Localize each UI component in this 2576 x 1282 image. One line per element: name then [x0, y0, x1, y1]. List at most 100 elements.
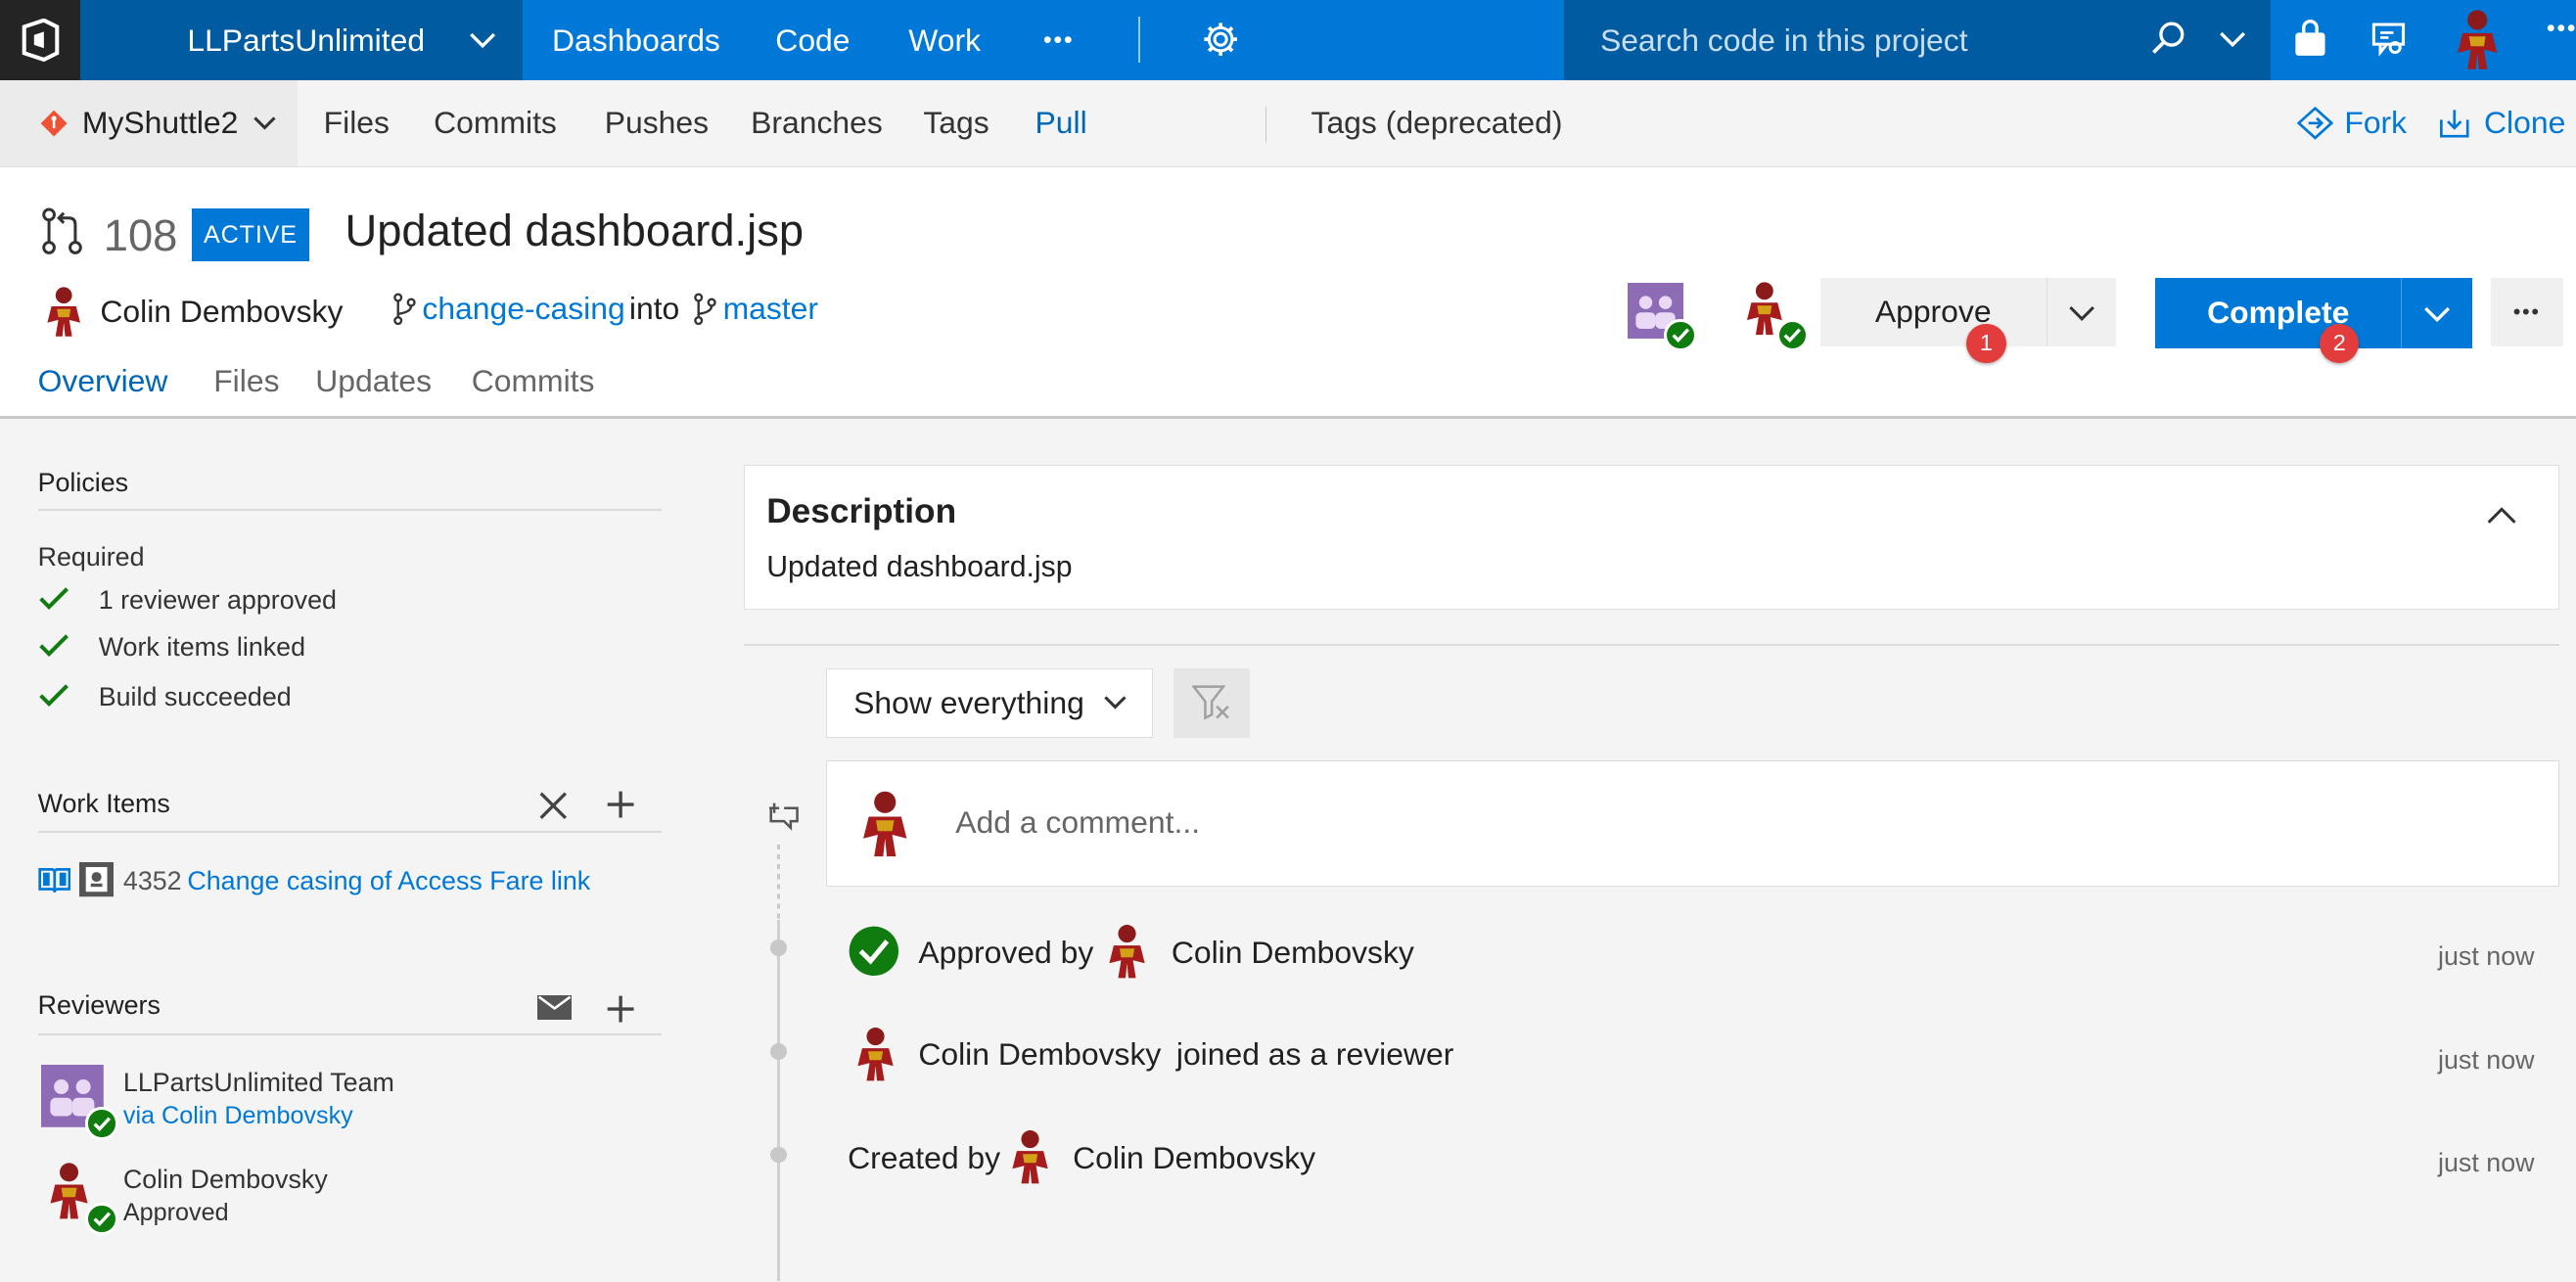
work-item-link[interactable]: Change casing of Access Fare link [187, 866, 590, 896]
close-icon[interactable] [539, 792, 568, 827]
event-time: just now [2438, 1148, 2535, 1178]
top-bar: LLPartsUnlimited Dashboards Code Work ••… [0, 0, 2576, 81]
nav-divider [1138, 16, 1140, 63]
complete-button-group: Complete [2155, 277, 2473, 348]
description-title: Description [766, 491, 957, 530]
tab-commits[interactable]: Commits [472, 363, 595, 399]
chevron-down-icon [252, 110, 278, 136]
pr-header: 108 ACTIVE Updated dashboard.jsp Colin D… [0, 167, 2576, 420]
source-branch-link[interactable]: change-casing [422, 291, 624, 327]
fork-button[interactable]: Fork [2344, 80, 2407, 165]
clone-button[interactable]: Clone [2484, 80, 2565, 165]
clear-filter-button[interactable] [1173, 668, 1251, 738]
timeline-dot [770, 1146, 788, 1164]
divider [37, 509, 663, 512]
gear-icon[interactable] [1201, 20, 1240, 66]
vsts-logo-icon[interactable] [0, 0, 81, 81]
check-icon [1664, 318, 1697, 352]
event-avatar [1002, 1127, 1058, 1193]
project-selector[interactable]: LLPartsUnlimited [80, 0, 523, 81]
check-icon [1775, 318, 1810, 352]
book-icon [37, 866, 71, 901]
author-avatar [39, 284, 88, 346]
nav-dashboards[interactable]: Dashboards [552, 0, 720, 80]
description-card: Description Updated dashboard.jsp [744, 465, 2560, 610]
project-name: LLPartsUnlimited [187, 22, 426, 58]
work-item-icon [78, 862, 114, 903]
subnav-commits[interactable]: Commits [434, 80, 557, 165]
event-avatar [1099, 922, 1155, 987]
callout-badge-1: 1 [1966, 323, 2006, 363]
reviewer-via-link[interactable]: via Colin Dembovsky [123, 1102, 353, 1130]
work-item-id: 4352 [122, 865, 182, 895]
check-icon [39, 586, 69, 617]
comment-input[interactable]: Add a comment... [955, 804, 1200, 841]
repo-selector[interactable]: MyShuttle2 [0, 80, 298, 166]
chevron-down-icon [2067, 298, 2096, 327]
divider [37, 1032, 663, 1035]
policy-work-items-linked: Work items linked [98, 632, 306, 663]
event-user: Colin Dembovsky [1073, 1139, 1316, 1175]
chevron-down-icon[interactable] [2218, 23, 2247, 60]
chevron-down-icon [2422, 298, 2452, 328]
approve-button[interactable]: Approve [1820, 277, 2047, 347]
pr-author: Colin Dembovsky [100, 294, 344, 330]
subnav-branches[interactable]: Branches [751, 80, 883, 165]
subnav-pushes[interactable]: Pushes [605, 80, 709, 165]
check-icon [85, 1202, 118, 1236]
reviewer-name: Colin Dembovsky [122, 1165, 328, 1195]
divider [744, 644, 2560, 646]
policy-build-succeeded[interactable]: Build succeeded [99, 682, 292, 712]
repo-name: MyShuttle2 [81, 105, 239, 141]
tab-updates[interactable]: Updates [315, 363, 432, 399]
more-actions-button[interactable]: ••• [2490, 277, 2563, 347]
feedback-icon[interactable] [2370, 20, 2410, 66]
fork-icon[interactable] [2296, 106, 2333, 147]
chevron-up-icon[interactable] [2487, 502, 2516, 532]
search-box[interactable]: Search code in this project [1564, 0, 2271, 81]
event-avatar [848, 1025, 903, 1090]
required-label: Required [37, 541, 145, 572]
event-time: just now [2438, 1044, 2535, 1075]
mail-icon[interactable] [536, 995, 573, 1027]
status-badge: ACTIVE [192, 208, 309, 261]
git-repo-icon [39, 109, 69, 138]
target-branch-link[interactable]: master [723, 291, 818, 327]
subnav-tags-deprecated[interactable]: Tags (deprecated) [1311, 80, 1563, 165]
check-icon [85, 1107, 118, 1140]
complete-dropdown[interactable] [2402, 278, 2472, 348]
nav-more-icon[interactable]: ••• [1043, 0, 1074, 80]
comment-box[interactable]: Add a comment... [826, 760, 2560, 888]
activity-filter-dropdown[interactable]: Show everything [826, 668, 1154, 738]
pr-title: Updated dashboard.jsp [345, 205, 805, 255]
reviewer-vote: Approved [122, 1199, 229, 1227]
more-icon[interactable]: ••• [2547, 15, 2576, 43]
more-icon: ••• [2512, 298, 2541, 324]
approve-dropdown[interactable] [2047, 278, 2117, 347]
search-icon[interactable] [2150, 20, 2186, 63]
event-user: Colin Dembovsky [918, 1036, 1162, 1073]
check-icon [39, 634, 69, 664]
user-avatar[interactable] [2448, 7, 2507, 79]
into-label: into [628, 291, 680, 327]
add-comment-icon[interactable] [764, 801, 801, 845]
funnel-clear-icon [1191, 685, 1231, 721]
plus-icon[interactable] [606, 994, 635, 1030]
event-prefix: Created by [848, 1139, 1001, 1175]
tab-overview[interactable]: Overview [38, 363, 168, 399]
nav-code[interactable]: Code [775, 0, 850, 80]
tab-files[interactable]: Files [213, 363, 279, 399]
subnav-files[interactable]: Files [324, 80, 390, 165]
divider [37, 831, 663, 834]
timeline-dashed-line [776, 844, 781, 924]
subnav-divider [1265, 107, 1267, 144]
complete-button[interactable]: Complete [2155, 277, 2403, 348]
shopping-bag-icon[interactable] [2292, 20, 2328, 66]
pull-request-icon [39, 206, 85, 262]
subnav-tags[interactable]: Tags [923, 80, 989, 165]
search-input[interactable]: Search code in this project [1600, 0, 1968, 80]
nav-work[interactable]: Work [908, 0, 981, 80]
plus-icon[interactable] [606, 790, 635, 826]
activity-filter-label: Show everything [853, 684, 1084, 720]
clone-icon[interactable] [2438, 107, 2471, 147]
